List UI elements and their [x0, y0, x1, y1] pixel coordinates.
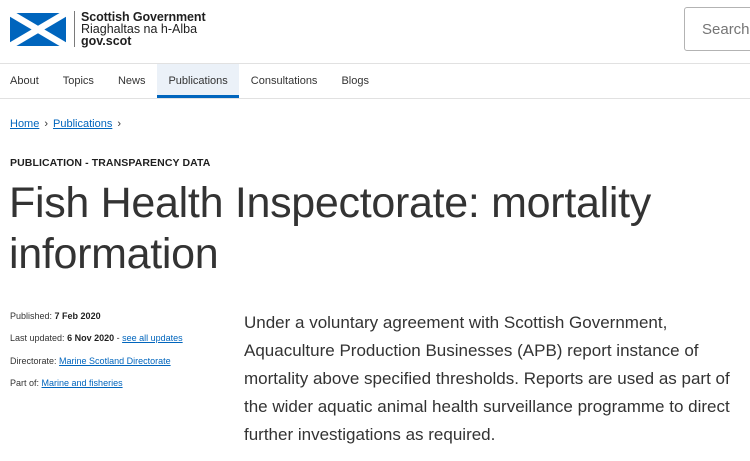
meta-last-updated: Last updated: 6 Nov 2020 - see all updat… [10, 332, 230, 354]
breadcrumb-link-publications[interactable]: Publications [53, 118, 112, 130]
meta-directorate: Directorate: Marine Scotland Directorate [10, 355, 230, 377]
nav-item-consultations[interactable]: Consultations [239, 64, 330, 98]
meta-published-label: Published: [10, 311, 53, 321]
part-of-link[interactable]: Marine and fisheries [42, 378, 123, 388]
meta-updated-label: Last updated: [10, 333, 65, 344]
logo-divider [74, 11, 75, 47]
meta-directorate-label: Directorate: [10, 355, 57, 366]
nav-item-label: About [10, 75, 39, 87]
nav-item-news[interactable]: News [106, 64, 158, 98]
document-type-label: PUBLICATION - TRANSPARENCY DATA [10, 157, 211, 169]
breadcrumb: Home › Publications › [10, 118, 126, 130]
nav-item-topics[interactable]: Topics [51, 64, 106, 98]
meta-published: Published: 7 Feb 2020 [10, 310, 230, 332]
directorate-link[interactable]: Marine Scotland Directorate [59, 356, 171, 366]
nav-item-about[interactable]: About [0, 64, 51, 98]
meta-updated-separator: - [114, 333, 123, 344]
site-header: Scottish Government Riaghaltas na h-Alba… [0, 0, 750, 64]
nav-item-label: Consultations [250, 75, 318, 87]
meta-published-value: 7 Feb 2020 [54, 311, 101, 321]
nav-item-label: Topics [62, 75, 94, 87]
logo-text: Scottish Government Riaghaltas na h-Alba… [81, 11, 206, 48]
meta-part-of: Part of: Marine and fisheries [10, 377, 230, 399]
page-title: Fish Health Inspectorate: mortality info… [9, 179, 651, 278]
search-input[interactable] [685, 8, 750, 50]
search-box [684, 7, 750, 51]
document-metadata: Published: 7 Feb 2020 Last updated: 6 No… [10, 310, 230, 399]
nav-item-label: Blogs [341, 75, 369, 87]
document-summary: Under a voluntary agreement with Scottis… [244, 313, 730, 444]
nav-item-label: News [117, 75, 146, 87]
chevron-right-icon: › [117, 118, 122, 130]
nav-item-publications[interactable]: Publications [157, 64, 239, 98]
meta-updated-value: 6 Nov 2020 [67, 333, 115, 344]
meta-part-of-label: Part of: [10, 377, 40, 388]
see-all-updates-link[interactable]: see all updates [122, 333, 183, 343]
nav-item-blogs[interactable]: Blogs [329, 64, 381, 98]
saltire-flag-icon [10, 12, 66, 46]
nav-item-label: Publications [168, 75, 228, 87]
site-logo-link[interactable]: Scottish Government Riaghaltas na h-Alba… [10, 11, 206, 47]
chevron-right-icon: › [44, 118, 49, 130]
main-nav: About Topics News Publications Consultat… [0, 64, 750, 99]
breadcrumb-link-home[interactable]: Home [10, 118, 39, 130]
logo-domain: gov.scot [81, 34, 132, 48]
